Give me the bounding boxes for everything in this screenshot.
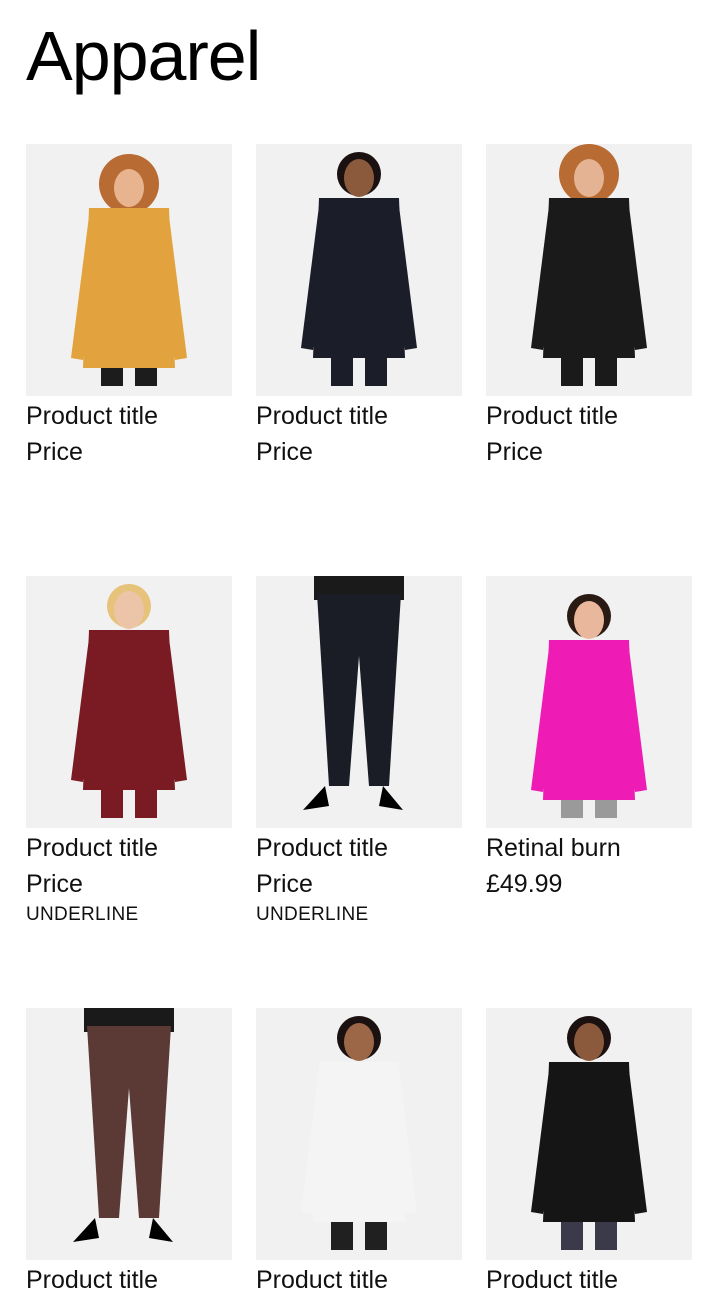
product-card[interactable]: Product title <box>486 1008 694 1294</box>
woman-pink-jumper-image[interactable] <box>486 576 692 828</box>
product-card[interactable]: Product title Price <box>26 144 234 466</box>
product-price: Price <box>26 438 83 466</box>
product-price: Price <box>256 438 313 466</box>
product-title[interactable]: Product title <box>26 1266 234 1294</box>
product-card[interactable]: Product title <box>256 1008 464 1294</box>
product-price: £49.99 <box>486 870 563 898</box>
product-underline-label: UNDERLINE <box>26 904 139 925</box>
studded-black-jeans-image[interactable] <box>256 576 462 828</box>
product-title[interactable]: Product title <box>256 402 464 430</box>
woman-mustard-top-image[interactable] <box>26 144 232 396</box>
product-title[interactable]: Product title <box>26 402 234 430</box>
product-card[interactable]: Product title <box>26 1008 234 1294</box>
product-title[interactable]: Retinal burn <box>486 834 694 862</box>
product-title[interactable]: Product title <box>256 834 464 862</box>
product-card[interactable]: Retinal burn £49.99 <box>486 576 694 898</box>
product-price: Price <box>26 870 83 898</box>
product-price: Price <box>256 870 313 898</box>
metallic-jeans-image[interactable] <box>26 1008 232 1260</box>
woman-white-puffer-image[interactable] <box>256 1008 462 1260</box>
page-title: Apparel <box>26 17 261 95</box>
product-card[interactable]: Product title Price UNDERLINE <box>256 576 464 926</box>
product-underline-label: UNDERLINE <box>256 904 369 925</box>
woman-fringe-leather-jacket-image[interactable] <box>486 1008 692 1260</box>
woman-star-jumpsuit-image[interactable] <box>486 144 692 396</box>
woman-burgundy-dress-image[interactable] <box>26 576 232 828</box>
product-title[interactable]: Product title <box>256 1266 464 1294</box>
product-card[interactable]: Product title Price <box>486 144 694 466</box>
woman-black-suit-image[interactable] <box>256 144 462 396</box>
product-card[interactable]: Product title Price UNDERLINE <box>26 576 234 926</box>
product-title[interactable]: Product title <box>486 1266 694 1294</box>
product-title[interactable]: Product title <box>486 402 694 430</box>
product-price: Price <box>486 438 543 466</box>
product-card[interactable]: Product title Price <box>256 144 464 466</box>
product-title[interactable]: Product title <box>26 834 234 862</box>
